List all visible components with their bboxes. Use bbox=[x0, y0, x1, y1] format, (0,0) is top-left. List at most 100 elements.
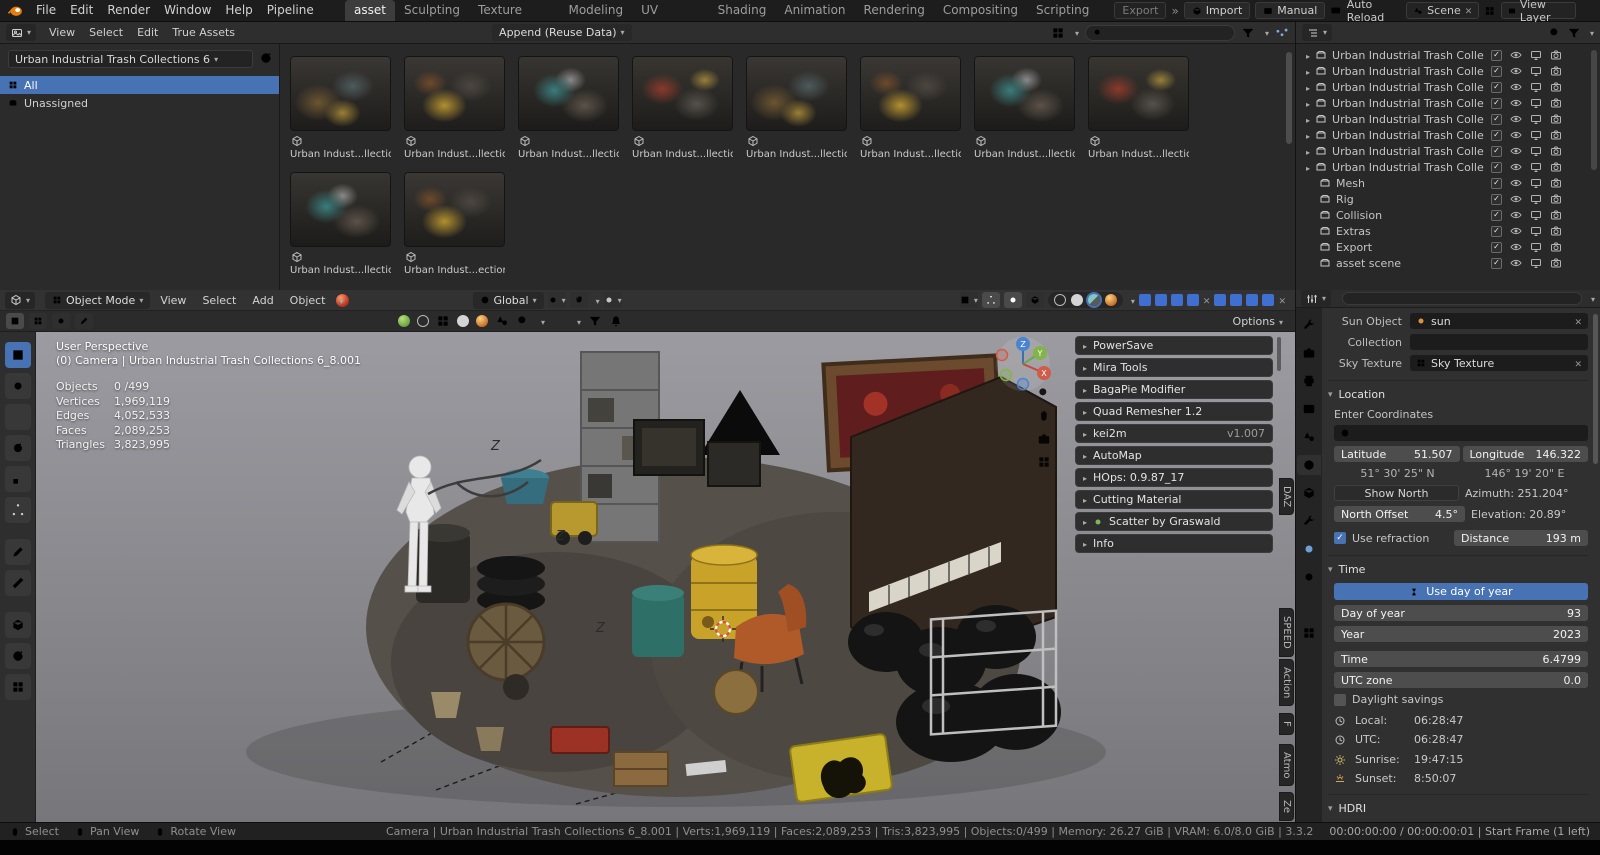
addon-close-icon[interactable] bbox=[1203, 294, 1211, 307]
zoom-view-icon[interactable] bbox=[1037, 386, 1051, 400]
tab-physics[interactable] bbox=[1297, 567, 1321, 587]
rendered-shading-button[interactable] bbox=[1104, 294, 1117, 306]
addon-toggle[interactable] bbox=[1214, 294, 1227, 306]
panel-powersave[interactable]: PowerSave bbox=[1075, 336, 1273, 355]
viewport-disable-icon[interactable] bbox=[1530, 49, 1542, 61]
render-disable-icon[interactable] bbox=[1550, 65, 1562, 77]
addon-toggle[interactable] bbox=[1154, 294, 1167, 306]
addon-toggle[interactable] bbox=[1262, 294, 1275, 306]
extra-tool[interactable] bbox=[4, 674, 31, 700]
addon-close-icon[interactable] bbox=[1278, 294, 1286, 307]
hide-eye-icon[interactable] bbox=[1510, 209, 1522, 221]
filter-dropdown[interactable] bbox=[1261, 26, 1269, 39]
disclosure-icon[interactable] bbox=[1306, 81, 1310, 94]
import-button[interactable]: Import bbox=[1183, 2, 1251, 19]
workspace-tab-modeling[interactable]: Modeling bbox=[559, 0, 632, 21]
properties-options-dropdown[interactable] bbox=[1587, 292, 1595, 305]
checker-icon[interactable] bbox=[436, 314, 450, 328]
workspace-tab-animation[interactable]: Animation bbox=[775, 0, 854, 21]
panel-cutting-material[interactable]: Cutting Material bbox=[1075, 490, 1273, 509]
proportional-editing-dropdown[interactable] bbox=[603, 292, 622, 308]
annotate-tool[interactable] bbox=[4, 539, 31, 565]
snap-toggle[interactable] bbox=[569, 292, 588, 308]
latitude-slider[interactable]: Latitude 51.507 bbox=[1334, 446, 1460, 462]
export-button[interactable]: Export bbox=[1114, 2, 1167, 19]
exclude-checkbox[interactable] bbox=[1491, 113, 1502, 125]
asset-thumbnail[interactable] bbox=[974, 56, 1075, 131]
tab-world[interactable] bbox=[1297, 455, 1321, 475]
hide-eye-icon[interactable] bbox=[1510, 225, 1522, 237]
hide-eye-icon[interactable] bbox=[1510, 193, 1522, 205]
hide-eye-icon[interactable] bbox=[1510, 81, 1522, 93]
asset-thumbnail[interactable] bbox=[860, 56, 961, 131]
exclude-checkbox[interactable] bbox=[1491, 241, 1502, 253]
viewport-disable-icon[interactable] bbox=[1530, 81, 1542, 93]
nodes-icon[interactable] bbox=[495, 314, 509, 328]
tab-output[interactable] bbox=[1297, 371, 1321, 391]
shading-sphere-icon[interactable] bbox=[476, 315, 488, 327]
hide-eye-icon[interactable] bbox=[1510, 129, 1522, 141]
tab-scene[interactable] bbox=[1297, 427, 1321, 447]
asset-menu-select[interactable]: Select bbox=[82, 22, 130, 43]
exclude-checkbox[interactable] bbox=[1491, 65, 1502, 77]
add-cube-tool[interactable] bbox=[4, 612, 31, 638]
asset-thumbnail[interactable] bbox=[404, 56, 505, 131]
hide-eye-icon[interactable] bbox=[1510, 49, 1522, 61]
render-disable-icon[interactable] bbox=[1550, 241, 1562, 253]
disclosure-icon[interactable] bbox=[1306, 49, 1310, 62]
viewport-disable-icon[interactable] bbox=[1530, 97, 1542, 109]
location-section-header[interactable]: Location bbox=[1328, 380, 1588, 401]
asset-menu-true-assets[interactable]: True Assets bbox=[165, 22, 242, 43]
select-mode-tweak-button[interactable] bbox=[6, 313, 24, 329]
solid-shading-button[interactable] bbox=[1070, 294, 1083, 306]
hide-eye-icon[interactable] bbox=[1510, 161, 1522, 173]
workspace-tab-texture-paint[interactable]: Texture Paint bbox=[469, 0, 559, 38]
render-disable-icon[interactable] bbox=[1550, 129, 1562, 141]
viewport-disable-icon[interactable] bbox=[1530, 257, 1542, 269]
asset-item[interactable]: Urban Indust...llections 6_4 bbox=[632, 56, 733, 160]
asset-item[interactable]: Urban Indust...llections 6_7 bbox=[974, 56, 1075, 160]
menu-edit[interactable]: Edit bbox=[63, 0, 100, 21]
render-disable-icon[interactable] bbox=[1550, 177, 1562, 189]
xray-toggle[interactable] bbox=[1025, 292, 1044, 308]
hdri-section-header[interactable]: HDRI bbox=[1328, 794, 1588, 815]
exclude-checkbox[interactable] bbox=[1491, 177, 1502, 189]
render-disable-icon[interactable] bbox=[1550, 161, 1562, 173]
properties-search-field[interactable] bbox=[1342, 292, 1582, 305]
tool-filter-icon[interactable] bbox=[588, 314, 602, 328]
asset-thumbnail[interactable] bbox=[746, 56, 847, 131]
asset-grid-scrollbar[interactable] bbox=[1286, 52, 1292, 144]
hide-eye-icon[interactable] bbox=[1510, 257, 1522, 269]
outliner-editor-type-button[interactable] bbox=[1302, 24, 1333, 41]
selectability-dropdown[interactable] bbox=[959, 292, 978, 308]
disclosure-icon[interactable] bbox=[1306, 145, 1310, 158]
workspace-tab-shading[interactable]: Shading bbox=[709, 0, 776, 21]
asset-thumbnail[interactable] bbox=[404, 172, 505, 247]
notification-bell-icon[interactable] bbox=[609, 314, 623, 328]
sidebar-tab-f[interactable]: F bbox=[1279, 713, 1294, 735]
viewport-menu-select[interactable]: Select bbox=[196, 294, 242, 307]
outliner-row-collision[interactable]: Collision bbox=[1296, 207, 1600, 223]
select-mode-box-button[interactable] bbox=[29, 313, 47, 329]
viewport-disable-icon[interactable] bbox=[1530, 241, 1542, 253]
viewport-disable-icon[interactable] bbox=[1530, 65, 1542, 77]
blender-logo-icon[interactable] bbox=[7, 4, 24, 17]
menu-pipeline[interactable]: Pipeline bbox=[260, 0, 321, 21]
viewport-disable-icon[interactable] bbox=[1530, 225, 1542, 237]
workspace-tab-sculpting[interactable]: Sculpting bbox=[395, 0, 469, 21]
disclosure-icon[interactable] bbox=[1306, 129, 1310, 142]
shading-sphere-icon[interactable] bbox=[457, 315, 469, 327]
material-preview-button[interactable] bbox=[1087, 294, 1100, 306]
distance-slider[interactable]: Distance 193 m bbox=[1454, 530, 1588, 546]
outliner-collection-row[interactable]: Urban Industrial Trash Colle bbox=[1296, 63, 1600, 79]
mode-dropdown[interactable]: Object Mode bbox=[45, 291, 151, 309]
asset-item[interactable]: Urban Indust...llections 6_9 bbox=[290, 172, 391, 276]
perspective-toggle-icon[interactable] bbox=[1037, 455, 1051, 469]
time-section-header[interactable]: Time bbox=[1328, 555, 1588, 576]
viewport-disable-icon[interactable] bbox=[1530, 209, 1542, 221]
exclude-checkbox[interactable] bbox=[1491, 81, 1502, 93]
year-slider[interactable]: Year 2023 bbox=[1334, 626, 1588, 642]
wireframe-shading-button[interactable] bbox=[1053, 294, 1066, 306]
outliner-row-asset-scene[interactable]: asset scene bbox=[1296, 255, 1600, 271]
snap-settings-dropdown[interactable] bbox=[592, 294, 600, 307]
